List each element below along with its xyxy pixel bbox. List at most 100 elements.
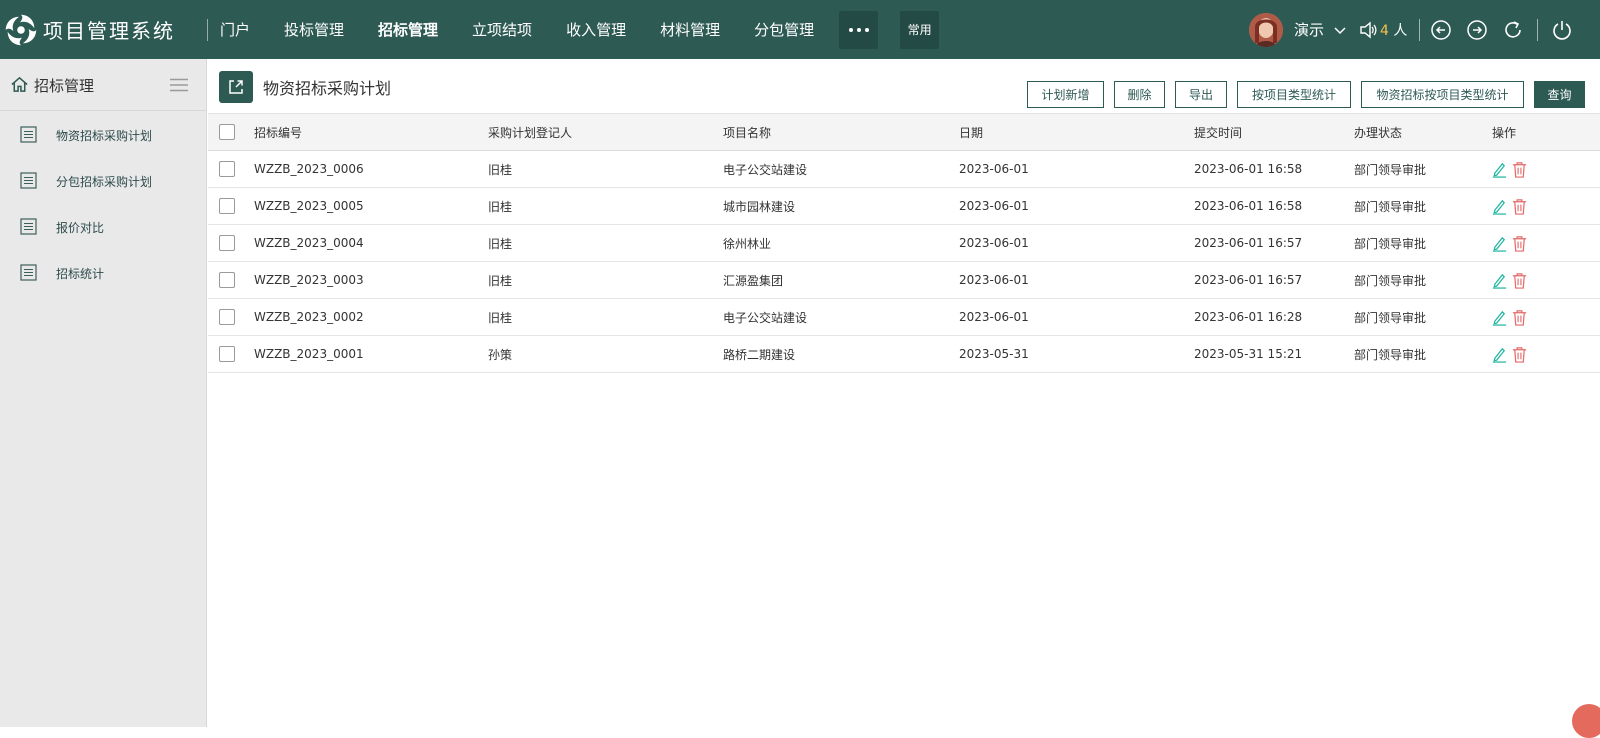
query-button[interactable]: 查询 (1534, 81, 1585, 108)
nav-item-materials[interactable]: 材料管理 (660, 19, 720, 40)
cell-submitted: 2023-06-01 16:57 (1194, 273, 1303, 287)
more-button[interactable] (839, 10, 879, 49)
nav-item-tendering[interactable]: 招标管理 (378, 19, 438, 40)
cell-status: 部门领导审批 (1354, 199, 1427, 214)
export-button[interactable]: 导出 (1175, 81, 1227, 108)
pencil-icon[interactable] (1491, 346, 1508, 363)
refresh-icon[interactable] (1502, 19, 1524, 41)
row-checkbox[interactable] (219, 309, 235, 325)
page-title: 物资招标采购计划 (263, 79, 392, 98)
sidebar-item-label: 分包招标采购计划 (56, 175, 153, 189)
row-checkbox[interactable] (219, 198, 235, 214)
user-tools: 演示 4 人 (1249, 0, 1573, 59)
brand[interactable]: 项目管理系统 (0, 0, 207, 59)
delete-button[interactable]: 删除 (1114, 81, 1165, 108)
sidebar-header: 招标管理 (0, 59, 206, 111)
nav-item-portal[interactable]: 门户 (220, 19, 250, 40)
sidebar-item-label: 物资招标采购计划 (56, 129, 153, 143)
sidebar-item-tender-stats[interactable]: 招标统计 (0, 255, 206, 291)
column-header[interactable]: 办理状态 (1354, 114, 1402, 150)
sidebar-item-subcontract-tender-plan[interactable]: 分包招标采购计划 (0, 163, 206, 199)
table-row[interactable]: WZZB_2023_0006 旧桂 电子公交站建设 2023-06-01 202… (208, 151, 1600, 188)
pencil-icon[interactable] (1491, 198, 1508, 215)
cell-status: 部门领导审批 (1354, 273, 1427, 288)
trash-icon[interactable] (1511, 346, 1528, 363)
cell-project: 城市园林建设 (723, 199, 796, 214)
row-checkbox[interactable] (219, 272, 235, 288)
table-row[interactable]: WZZB_2023_0004 旧桂 徐州林业 2023-06-01 2023-0… (208, 225, 1600, 262)
cell-status: 部门领导审批 (1354, 236, 1427, 251)
table-header: 招标编号 采购计划登记人 项目名称 日期 提交时间 办理状态 操作 (208, 113, 1600, 151)
trash-icon[interactable] (1511, 198, 1528, 215)
trash-icon[interactable] (1511, 161, 1528, 178)
stat-by-type-button[interactable]: 按项目类型统计 (1237, 81, 1351, 108)
trash-icon[interactable] (1511, 272, 1528, 289)
arrow-left-circle-icon[interactable] (1430, 19, 1452, 41)
row-checkbox[interactable] (219, 346, 235, 362)
nav-item-project-setup[interactable]: 立项结项 (472, 19, 532, 40)
speaker-icon[interactable] (1358, 20, 1378, 40)
cell-code: WZZB_2023_0006 (254, 162, 364, 176)
power-icon[interactable] (1551, 19, 1573, 41)
tools-divider (1419, 18, 1421, 41)
cell-submitted: 2023-06-01 16:57 (1194, 236, 1303, 250)
cell-project: 路桥二期建设 (723, 347, 796, 362)
column-header[interactable]: 提交时间 (1194, 114, 1242, 150)
material-stat-by-type-button[interactable]: 物资招标按项目类型统计 (1361, 81, 1524, 108)
cell-registrant: 旧桂 (488, 273, 513, 288)
trash-icon[interactable] (1511, 309, 1528, 326)
cell-submitted: 2023-06-01 16:28 (1194, 310, 1303, 324)
cell-submitted: 2023-06-01 16:58 (1194, 162, 1303, 176)
hamburger-menu-icon[interactable] (170, 78, 188, 92)
sidebar-item-quote-compare[interactable]: 报价对比 (0, 209, 206, 245)
sidebar-item-material-tender-plan[interactable]: 物资招标采购计划 (0, 117, 206, 153)
select-all-checkbox[interactable] (219, 124, 235, 140)
document-list-icon (20, 126, 37, 143)
trash-icon[interactable] (1511, 235, 1528, 252)
chevron-down-icon[interactable] (1334, 24, 1346, 36)
user-name[interactable]: 演示 (1294, 19, 1324, 40)
arrow-right-circle-icon[interactable] (1466, 19, 1488, 41)
row-actions (1491, 299, 1528, 335)
column-header[interactable]: 采购计划登记人 (488, 114, 572, 150)
more-dots-icon (848, 27, 853, 32)
row-checkbox[interactable] (219, 161, 235, 177)
row-actions (1491, 188, 1528, 224)
nav-item-income[interactable]: 收入管理 (566, 19, 626, 40)
row-actions (1491, 336, 1528, 372)
avatar[interactable] (1249, 12, 1283, 47)
cell-date: 2023-06-01 (959, 273, 1029, 287)
pencil-icon[interactable] (1491, 235, 1508, 252)
column-header[interactable]: 招标编号 (254, 114, 302, 150)
main-content: 物资招标采购计划 计划新增 删除 导出 按项目类型统计 物资招标按项目类型统计 … (208, 59, 1600, 727)
add-plan-button[interactable]: 计划新增 (1027, 81, 1104, 108)
cell-registrant: 孙策 (488, 347, 513, 362)
sidebar-item-label: 招标统计 (56, 267, 105, 281)
home-icon[interactable] (10, 75, 29, 94)
pencil-icon[interactable] (1491, 161, 1508, 178)
app-title: 项目管理系统 (43, 19, 175, 43)
column-header[interactable]: 日期 (959, 114, 983, 150)
nav-item-bidding[interactable]: 投标管理 (284, 19, 344, 40)
tools-divider-2 (1537, 18, 1539, 41)
cell-registrant: 旧桂 (488, 162, 513, 177)
row-checkbox[interactable] (219, 235, 235, 251)
nav-item-subcontract[interactable]: 分包管理 (754, 19, 814, 40)
pencil-icon[interactable] (1491, 309, 1508, 326)
floating-badge[interactable] (1572, 704, 1600, 738)
external-link-icon[interactable] (219, 71, 253, 103)
cell-project: 汇源盈集团 (723, 273, 784, 288)
table-row[interactable]: WZZB_2023_0001 孙策 路桥二期建设 2023-05-31 2023… (208, 336, 1600, 373)
table-row[interactable]: WZZB_2023_0005 旧桂 城市园林建设 2023-06-01 2023… (208, 188, 1600, 225)
main-nav: 门户 投标管理 招标管理 立项结项 收入管理 材料管理 分包管理 常用 (208, 0, 940, 59)
plan-table: 招标编号 采购计划登记人 项目名称 日期 提交时间 办理状态 操作 WZZB_2… (208, 113, 1600, 373)
pencil-icon[interactable] (1491, 272, 1508, 289)
table-row[interactable]: WZZB_2023_0003 旧桂 汇源盈集团 2023-06-01 2023-… (208, 262, 1600, 299)
cell-code: WZZB_2023_0001 (254, 347, 364, 361)
common-button[interactable]: 常用 (900, 10, 940, 49)
table-row[interactable]: WZZB_2023_0002 旧桂 电子公交站建设 2023-06-01 202… (208, 299, 1600, 336)
cell-date: 2023-06-01 (959, 199, 1029, 213)
cell-date: 2023-06-01 (959, 236, 1029, 250)
document-list-icon (20, 264, 37, 281)
column-header[interactable]: 项目名称 (723, 114, 771, 150)
